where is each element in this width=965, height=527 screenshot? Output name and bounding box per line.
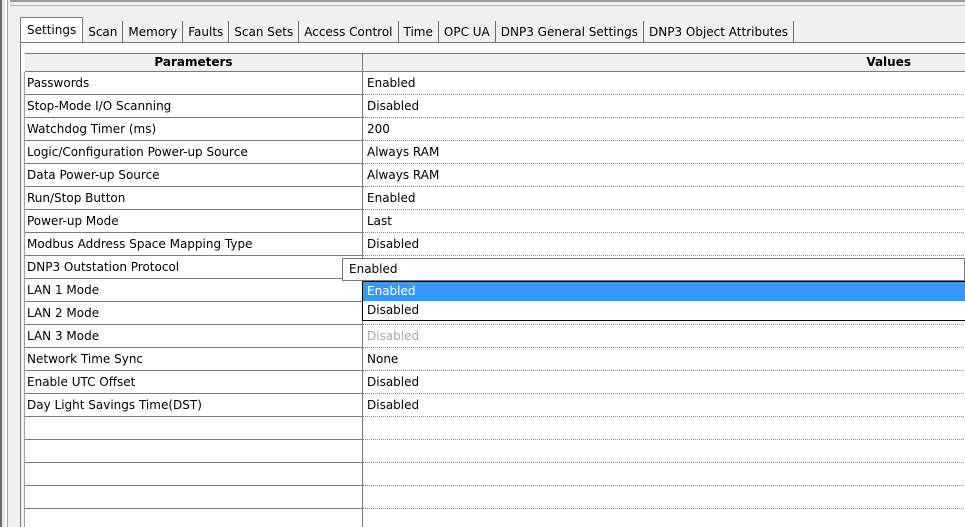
table-row[interactable]	[25, 440, 965, 463]
column-header-parameters[interactable]: Parameters	[25, 54, 363, 71]
table-row[interactable]: Network Time Sync None	[25, 348, 965, 371]
tab-opc-ua[interactable]: OPC UA	[439, 21, 496, 43]
parameter-cell: Network Time Sync	[25, 348, 363, 371]
value-cell[interactable]: 200	[363, 118, 965, 141]
table-row[interactable]	[25, 417, 965, 440]
parameter-cell	[25, 486, 363, 509]
tab-faults[interactable]: Faults	[183, 21, 230, 43]
parameter-cell: LAN 2 Mode	[25, 302, 363, 325]
value-cell[interactable]	[363, 440, 965, 463]
table-row[interactable]: Passwords Enabled	[25, 72, 965, 95]
tab-dnp3-general-settings[interactable]: DNP3 General Settings	[496, 21, 644, 43]
parameter-cell: Enable UTC Offset	[25, 371, 363, 394]
table-row[interactable]: Modbus Address Space Mapping Type Disable…	[25, 233, 965, 256]
combo-dropdown-list[interactable]: Enabled Disabled	[362, 281, 965, 321]
value-cell[interactable]: Enabled	[363, 187, 965, 210]
table-row[interactable]: LAN 3 Mode Disabled	[25, 325, 965, 348]
table-row[interactable]: Stop-Mode I/O Scanning Disabled	[25, 95, 965, 118]
value-cell[interactable]: None	[363, 348, 965, 371]
parameter-cell: Data Power-up Source	[25, 164, 363, 187]
dropdown-option-enabled[interactable]: Enabled	[363, 282, 965, 301]
table-row[interactable]: Logic/Configuration Power-up Source Alway…	[25, 141, 965, 164]
value-cell[interactable]: Enabled	[363, 72, 965, 95]
table-row[interactable]: Power-up Mode Last	[25, 210, 965, 233]
parameter-cell: Power-up Mode	[25, 210, 363, 233]
table-row[interactable]: Data Power-up Source Always RAM	[25, 164, 965, 187]
parameter-cell: Passwords	[25, 72, 363, 95]
value-cell[interactable]: Always RAM	[363, 164, 965, 187]
parameter-cell: Day Light Savings Time(DST)	[25, 394, 363, 417]
parameter-cell: LAN 1 Mode	[25, 279, 363, 302]
table-row[interactable]	[25, 486, 965, 509]
table-row[interactable]: Day Light Savings Time(DST) Disabled	[25, 394, 965, 417]
value-cell[interactable]: Disabled	[363, 394, 965, 417]
value-cell[interactable]	[363, 417, 965, 440]
parameter-cell	[25, 463, 363, 486]
value-cell[interactable]: Disabled	[363, 95, 965, 118]
value-cell[interactable]: Disabled	[363, 325, 965, 348]
value-cell[interactable]: Disabled	[363, 233, 965, 256]
value-cell[interactable]: Disabled	[363, 371, 965, 394]
table-row[interactable]	[25, 509, 965, 527]
parameter-cell: Run/Stop Button	[25, 187, 363, 210]
tab-access-control[interactable]: Access Control	[299, 21, 399, 43]
table-row[interactable]	[25, 463, 965, 486]
parameter-cell: Stop-Mode I/O Scanning	[25, 95, 363, 118]
parameter-cell: Logic/Configuration Power-up Source	[25, 141, 363, 164]
table-row[interactable]: Watchdog Timer (ms) 200	[25, 118, 965, 141]
dropdown-option-disabled[interactable]: Disabled	[363, 301, 965, 320]
column-header-values[interactable]: Values	[363, 54, 965, 71]
tab-scan-sets[interactable]: Scan Sets	[229, 21, 300, 43]
dnp3-outstation-protocol-combo[interactable]: Enabled	[342, 258, 965, 281]
tab-memory[interactable]: Memory	[123, 21, 184, 43]
tab-scan[interactable]: Scan	[83, 21, 124, 43]
grid-header: Parameters Values	[25, 53, 965, 72]
value-cell[interactable]: Last	[363, 210, 965, 233]
parameter-cell	[25, 440, 363, 463]
tab-settings[interactable]: Settings	[20, 17, 84, 43]
parameter-cell	[25, 509, 363, 527]
parameter-cell: Modbus Address Space Mapping Type	[25, 233, 363, 256]
value-cell[interactable]: Always RAM	[363, 141, 965, 164]
parameter-cell: LAN 3 Mode	[25, 325, 363, 348]
tab-time[interactable]: Time	[399, 21, 439, 43]
combo-current-value: Enabled	[349, 262, 398, 276]
tab-dnp3-object-attributes[interactable]: DNP3 Object Attributes	[644, 21, 795, 43]
table-row[interactable]: Run/Stop Button Enabled	[25, 187, 965, 210]
value-cell[interactable]	[363, 509, 965, 527]
value-cell[interactable]	[363, 463, 965, 486]
parameter-cell	[25, 417, 363, 440]
tab-bar: Settings Scan Memory Faults Scan Sets Access …	[20, 17, 965, 43]
window-frame-top	[0, 0, 965, 8]
window-frame-left	[0, 0, 10, 527]
value-cell[interactable]	[363, 486, 965, 509]
parameter-cell: Watchdog Timer (ms)	[25, 118, 363, 141]
parameter-cell: DNP3 Outstation Protocol	[25, 256, 363, 279]
table-row[interactable]: Enable UTC Offset Disabled	[25, 371, 965, 394]
